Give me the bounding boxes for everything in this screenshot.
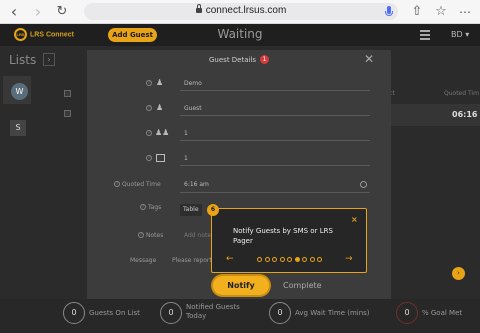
row-checkbox[interactable] bbox=[64, 110, 71, 117]
stat-goal-met-label: % Goal Met bbox=[422, 309, 463, 317]
help-icon[interactable]: ? bbox=[146, 155, 152, 161]
pager-number-field[interactable]: 1 bbox=[184, 155, 188, 162]
share-icon[interactable]: ⇧ bbox=[407, 2, 427, 22]
stat-guests-on-list-value: 0 bbox=[63, 302, 85, 324]
help-icon[interactable]: ? bbox=[114, 181, 120, 187]
user-menu[interactable]: BD ▾ bbox=[451, 30, 469, 39]
tour-dot[interactable] bbox=[279, 257, 285, 262]
help-icon[interactable]: ? bbox=[146, 130, 152, 136]
party-size-field[interactable]: 1 bbox=[184, 130, 188, 137]
tag-chip[interactable]: Table bbox=[180, 204, 202, 216]
stat-notified-value: 0 bbox=[160, 302, 182, 324]
tour-dot[interactable] bbox=[294, 257, 300, 262]
group-icon: ♟♟ bbox=[155, 128, 170, 137]
person-icon: ♟ bbox=[156, 78, 164, 87]
logo-text: LRS Connect bbox=[30, 31, 74, 39]
reload-icon[interactable]: ↻ bbox=[52, 2, 72, 22]
help-icon[interactable]: ? bbox=[138, 232, 144, 238]
page-title: Waiting bbox=[217, 27, 263, 41]
stat-avg-wait-value: 0 bbox=[269, 302, 291, 324]
tour-progress-dots bbox=[257, 257, 327, 263]
quoted-time-field[interactable]: 6:16 am bbox=[184, 181, 209, 188]
tour-dot[interactable] bbox=[272, 257, 277, 262]
stat-avg-wait-label: Avg Wait Time (mins) bbox=[295, 309, 370, 317]
stat-guests-on-list-label: Guests On List bbox=[89, 309, 140, 317]
help-icon[interactable]: ? bbox=[140, 204, 146, 210]
stat-notified-label: Notified Guests Today bbox=[186, 303, 240, 320]
select-all-checkbox[interactable] bbox=[64, 90, 71, 97]
stat-goal-met-value: 0 bbox=[396, 302, 418, 324]
url-text: connect.lrsus.com bbox=[205, 5, 287, 16]
tour-dot[interactable] bbox=[302, 257, 307, 262]
field-underline bbox=[180, 140, 370, 141]
field-underline bbox=[180, 115, 370, 116]
help-icon[interactable]: ? bbox=[146, 105, 152, 111]
field-underline bbox=[180, 192, 370, 193]
field-underline bbox=[180, 90, 370, 91]
logo: LRS LRS Connect bbox=[14, 28, 74, 41]
forward-icon[interactable]: › bbox=[28, 2, 48, 22]
tour-prev-arrow-icon[interactable]: ← bbox=[226, 254, 234, 264]
message-field[interactable]: Please report bbox=[172, 257, 212, 264]
clock-icon[interactable] bbox=[360, 181, 367, 188]
field-underline bbox=[180, 165, 370, 166]
last-name-field[interactable]: Guest bbox=[184, 105, 202, 112]
address-bar[interactable]: connect.lrsus.com bbox=[84, 3, 398, 20]
notes-label: Notes bbox=[146, 232, 164, 239]
microphone-icon[interactable] bbox=[385, 6, 393, 16]
tour-dot[interactable] bbox=[264, 257, 270, 262]
add-guest-button[interactable]: Add Guest bbox=[108, 28, 157, 42]
tour-step-badge: 6 bbox=[207, 204, 219, 216]
alert-badge: 1 bbox=[260, 55, 269, 64]
row-quoted-time: 06:16 bbox=[452, 110, 478, 119]
browser-toolbar: ‹ › ↻ connect.lrsus.com ⇧ ☆ ⋯ bbox=[0, 0, 480, 24]
first-name-field[interactable]: Demo bbox=[184, 80, 202, 87]
stats-footer: 0 Guests On List 0 Notified Guests Today… bbox=[0, 299, 480, 333]
message-label: Message bbox=[130, 257, 157, 264]
tour-dot[interactable] bbox=[257, 257, 262, 262]
person-icon: ♟ bbox=[156, 103, 164, 112]
menu-icon[interactable] bbox=[420, 30, 430, 40]
tour-dot[interactable] bbox=[317, 257, 322, 262]
tour-tooltip: Notify Guests by SMS or LRS Pager × ← → bbox=[211, 208, 367, 273]
notes-field[interactable]: Add note bbox=[184, 232, 211, 239]
collapse-sidebar-button[interactable]: › bbox=[43, 53, 55, 66]
logo-icon: LRS bbox=[14, 28, 27, 41]
tour-dot[interactable] bbox=[309, 257, 315, 262]
tour-close-icon[interactable]: × bbox=[351, 215, 358, 224]
app-header: LRS LRS Connect Add Guest Waiting BD ▾ bbox=[0, 24, 480, 46]
back-icon[interactable]: ‹ bbox=[4, 2, 24, 22]
sidebar-item-w-avatar[interactable]: W bbox=[11, 83, 28, 100]
sidebar-item-s[interactable]: S bbox=[10, 120, 26, 136]
modal-title: Guest Details bbox=[209, 56, 257, 64]
user-initials: BD bbox=[451, 30, 463, 39]
bookmark-icon[interactable]: ☆ bbox=[431, 2, 451, 22]
column-header-quoted-time: Quoted Tim bbox=[444, 90, 479, 97]
close-icon[interactable]: ✕ bbox=[364, 52, 374, 66]
tour-next-arrow-icon[interactable]: → bbox=[345, 254, 353, 264]
more-icon[interactable]: ⋯ bbox=[455, 2, 475, 22]
complete-button[interactable]: Complete bbox=[283, 281, 322, 290]
quoted-time-label: Quoted Time bbox=[122, 181, 161, 188]
tour-text: Notify Guests by SMS or LRS Pager bbox=[233, 227, 333, 245]
help-fab-icon[interactable]: › bbox=[452, 267, 465, 280]
tour-dot[interactable] bbox=[287, 257, 292, 262]
lists-title: Lists bbox=[9, 53, 37, 67]
tags-label: Tags bbox=[148, 204, 162, 211]
help-icon[interactable]: ? bbox=[146, 80, 152, 86]
pager-icon bbox=[156, 154, 165, 162]
lock-icon bbox=[195, 4, 202, 13]
notify-button[interactable]: Notify bbox=[213, 276, 269, 295]
